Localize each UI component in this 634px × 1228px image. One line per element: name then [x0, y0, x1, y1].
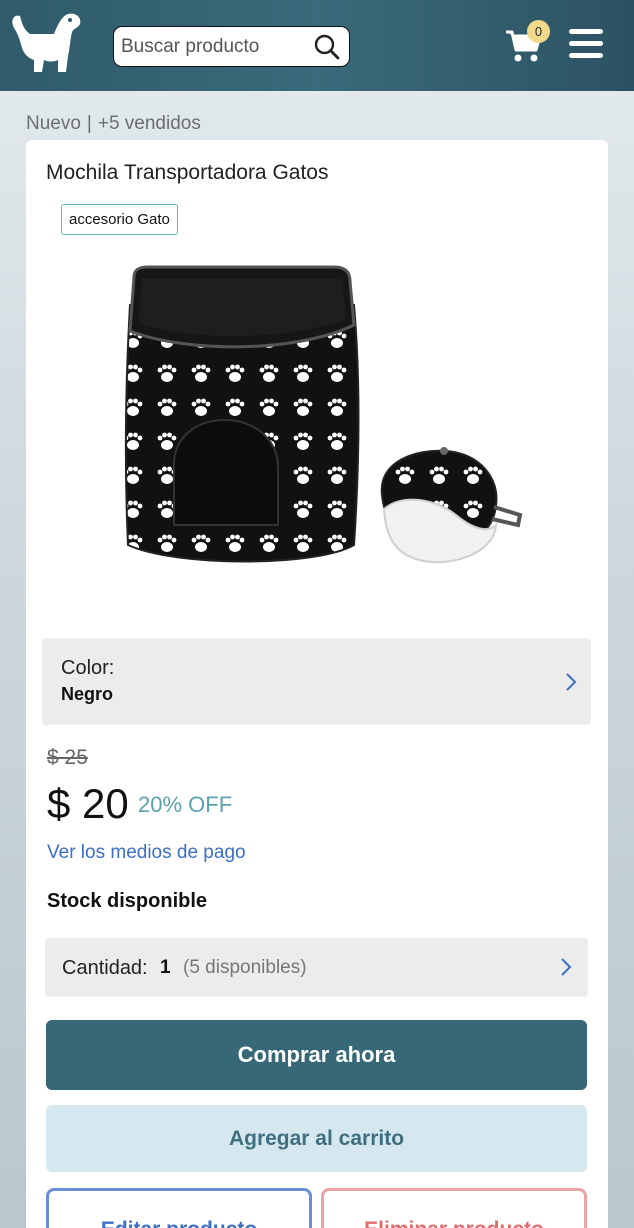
- product-image[interactable]: [116, 255, 526, 615]
- listing-condition: Nuevo | +5 vendidos: [26, 113, 201, 135]
- add-to-cart-button[interactable]: Agregar al carrito: [46, 1105, 587, 1172]
- quantity-selector[interactable]: Cantidad: 1 (5 disponibles): [45, 938, 588, 997]
- buy-now-button[interactable]: Comprar ahora: [46, 1020, 587, 1090]
- current-price: $ 20: [47, 780, 129, 827]
- hamburger-menu-icon[interactable]: [569, 29, 603, 60]
- product-card: Mochila Transportadora Gatos accesorio G…: [26, 140, 608, 1228]
- condition-label: Nuevo: [26, 113, 81, 134]
- top-header: 0: [0, 0, 634, 91]
- discount-label: 20% OFF: [138, 792, 233, 817]
- payment-methods-link[interactable]: Ver los medios de pago: [47, 842, 246, 864]
- stock-status: Stock disponible: [47, 890, 208, 912]
- product-title: Mochila Transportadora Gatos: [46, 161, 329, 184]
- color-value: Negro: [61, 684, 114, 704]
- search-icon[interactable]: [313, 33, 341, 61]
- chevron-right-icon: [561, 958, 572, 976]
- edit-product-button[interactable]: Editar producto: [46, 1188, 312, 1228]
- quantity-available: (5 disponibles): [183, 957, 307, 978]
- delete-product-button[interactable]: Eliminar producto: [321, 1188, 587, 1228]
- sold-count: +5 vendidos: [97, 113, 201, 134]
- condition-separator: |: [86, 113, 92, 134]
- dog-logo-icon[interactable]: [8, 10, 84, 76]
- cart-count-badge: 0: [527, 20, 550, 43]
- category-tag[interactable]: accesorio Gato: [61, 204, 178, 235]
- quantity-value: 1: [160, 957, 171, 978]
- search-input[interactable]: [121, 33, 306, 61]
- color-selector[interactable]: Color: Negro: [42, 638, 591, 725]
- chevron-right-icon: [566, 673, 577, 691]
- quantity-label: Cantidad:: [62, 957, 148, 979]
- search-bar[interactable]: [113, 26, 350, 67]
- original-price: $ 25: [47, 746, 88, 769]
- color-label: Color:: [61, 657, 115, 679]
